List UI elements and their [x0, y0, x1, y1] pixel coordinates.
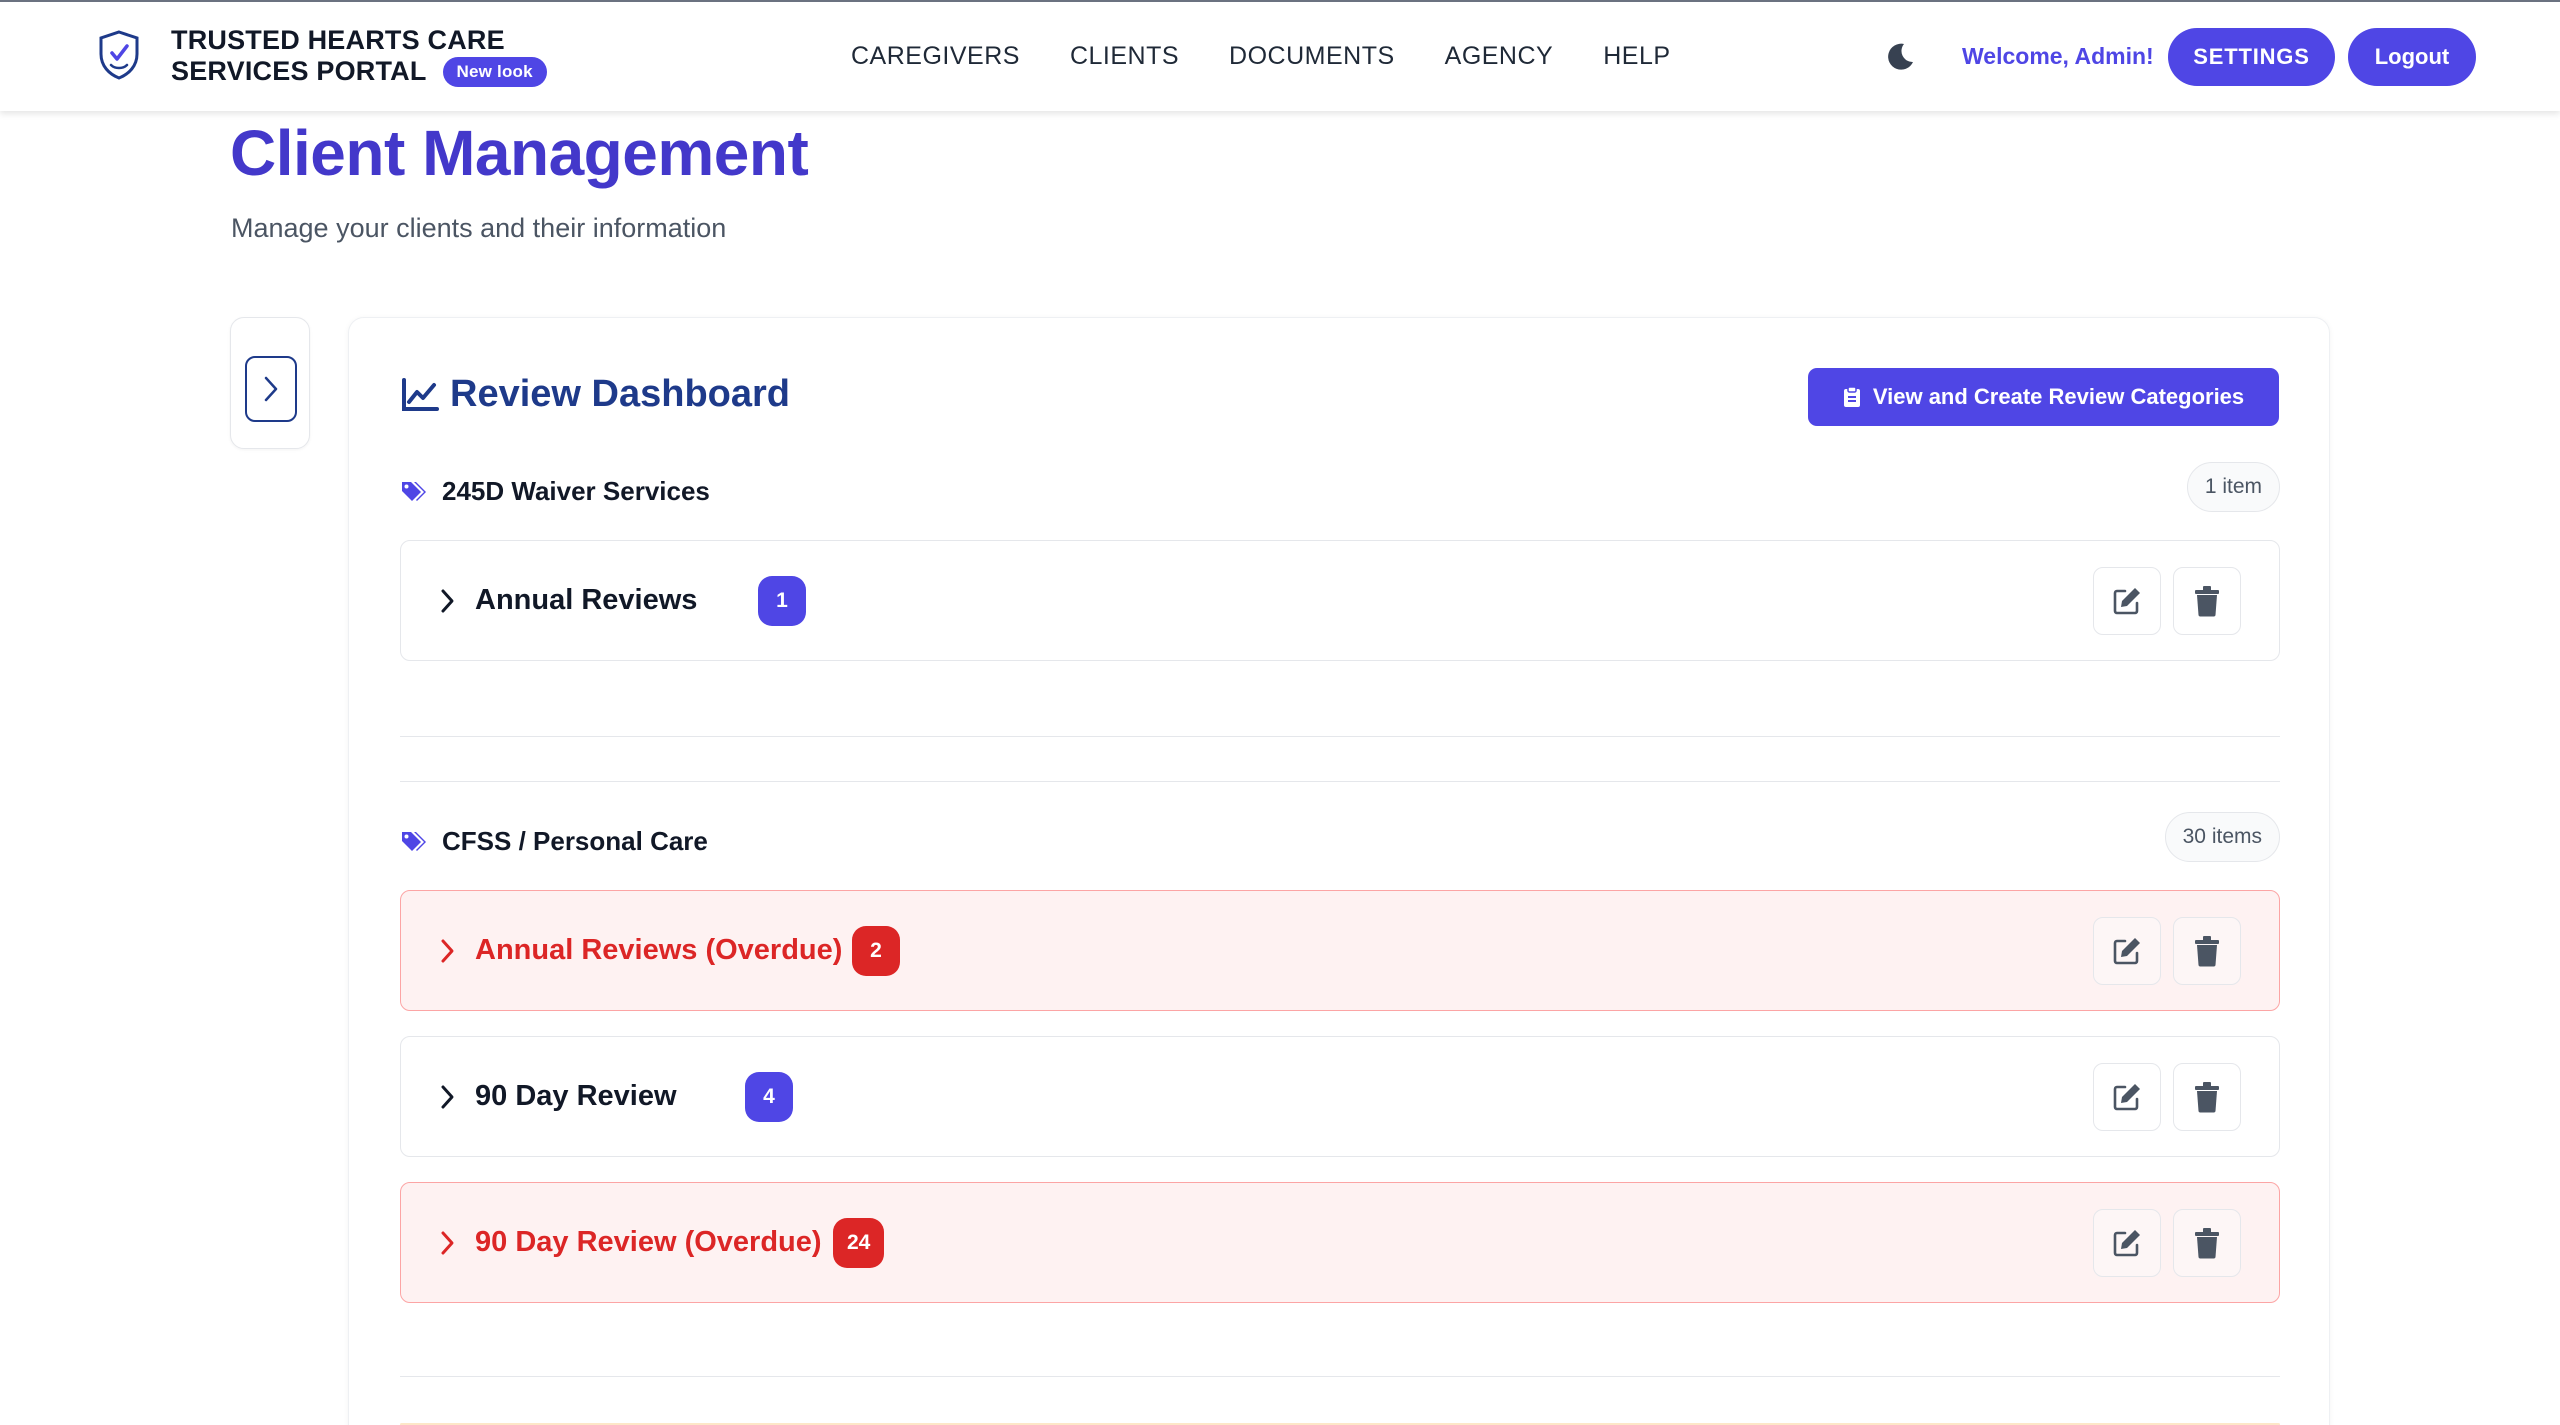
review-category-row[interactable]: 90 Day Review (Overdue) 24 [400, 1182, 2280, 1303]
tags-icon [402, 481, 426, 501]
group-name: CFSS / Personal Care [442, 826, 708, 856]
trash-icon [2195, 586, 2219, 617]
review-category-row[interactable]: Annual Reviews (Overdue) 2 [400, 890, 2280, 1011]
delete-button[interactable] [2173, 1063, 2241, 1131]
review-count-badge: 1 [758, 576, 806, 626]
edit-button[interactable] [2093, 567, 2161, 635]
edit-icon [2113, 1084, 2140, 1111]
chart-line-icon [402, 377, 439, 411]
delete-button[interactable] [2173, 1209, 2241, 1277]
group-name: 245D Waiver Services [442, 476, 710, 506]
top-navigation-bar: TRUSTED HEARTS CARE SERVICES PORTAL New … [0, 0, 2560, 111]
main-nav: CAREGIVERS CLIENTS DOCUMENTS AGENCY HELP [851, 42, 1721, 71]
item-count-badge: 1 item [2186, 462, 2280, 512]
review-count-badge: 24 [833, 1218, 885, 1268]
review-dashboard-card: Review Dashboard View and Create Review … [348, 317, 2330, 1425]
chevron-right-icon[interactable] [439, 1230, 455, 1256]
chevron-right-icon[interactable] [439, 1084, 455, 1110]
new-look-badge: New look [442, 56, 547, 87]
tags-icon [402, 831, 426, 851]
logout-button[interactable]: Logout [2348, 28, 2476, 86]
page-title: Client Management [230, 117, 809, 189]
review-category-row[interactable]: Annual Reviews 1 [400, 540, 2280, 661]
view-create-categories-button[interactable]: View and Create Review Categories [1808, 368, 2279, 426]
section-divider [400, 1376, 2280, 1377]
shield-logo-icon[interactable] [96, 29, 142, 81]
edit-icon [2113, 1230, 2140, 1257]
trash-icon [2195, 936, 2219, 967]
review-category-label: 90 Day Review [475, 1080, 677, 1112]
nav-caregivers[interactable]: CAREGIVERS [851, 42, 1020, 71]
expand-sidebar-button[interactable] [245, 356, 297, 422]
welcome-text: Welcome, Admin! [1962, 43, 2154, 69]
review-count-badge: 2 [852, 926, 900, 976]
edit-button[interactable] [2093, 1209, 2161, 1277]
nav-help[interactable]: HELP [1603, 42, 1670, 71]
brand-line-2: SERVICES PORTAL [171, 56, 427, 86]
chevron-right-icon[interactable] [439, 588, 455, 614]
trash-icon [2195, 1228, 2219, 1259]
item-count-badge: 30 items [2164, 812, 2280, 862]
nav-agency[interactable]: AGENCY [1445, 42, 1554, 71]
trash-icon [2195, 1082, 2219, 1113]
nav-documents[interactable]: DOCUMENTS [1229, 42, 1395, 71]
chevron-right-icon [264, 376, 278, 402]
moon-icon[interactable] [1884, 41, 1916, 73]
collapsed-sidebar [230, 317, 310, 449]
clipboard-icon [1843, 386, 1860, 407]
group-header: CFSS / Personal Care 30 items [400, 812, 2280, 862]
view-create-categories-label: View and Create Review Categories [1872, 384, 2245, 409]
group-header: 245D Waiver Services 1 item [400, 462, 2280, 512]
review-category-row[interactable]: 90 Day Review 4 [400, 1036, 2280, 1157]
edit-icon [2113, 588, 2140, 615]
edit-button[interactable] [2093, 1063, 2161, 1131]
dashboard-title: Review Dashboard [400, 373, 790, 416]
brand-name[interactable]: TRUSTED HEARTS CARE SERVICES PORTAL New … [171, 25, 547, 87]
edit-icon [2113, 938, 2140, 965]
settings-button[interactable]: SETTINGS [2168, 28, 2335, 86]
delete-button[interactable] [2173, 917, 2241, 985]
chevron-right-icon[interactable] [439, 938, 455, 964]
review-category-label: Annual Reviews (Overdue) [475, 934, 843, 966]
page-subtitle: Manage your clients and their informatio… [231, 213, 727, 243]
review-category-label: Annual Reviews [475, 584, 698, 616]
edit-button[interactable] [2093, 917, 2161, 985]
nav-clients[interactable]: CLIENTS [1070, 42, 1179, 71]
review-count-badge: 4 [745, 1072, 793, 1122]
section-divider [400, 736, 2280, 737]
section-divider [400, 781, 2280, 782]
delete-button[interactable] [2173, 567, 2241, 635]
brand-line-1: TRUSTED HEARTS CARE [171, 25, 505, 55]
review-category-label: 90 Day Review (Overdue) [475, 1226, 822, 1258]
dashboard-title-text: Review Dashboard [450, 373, 790, 415]
